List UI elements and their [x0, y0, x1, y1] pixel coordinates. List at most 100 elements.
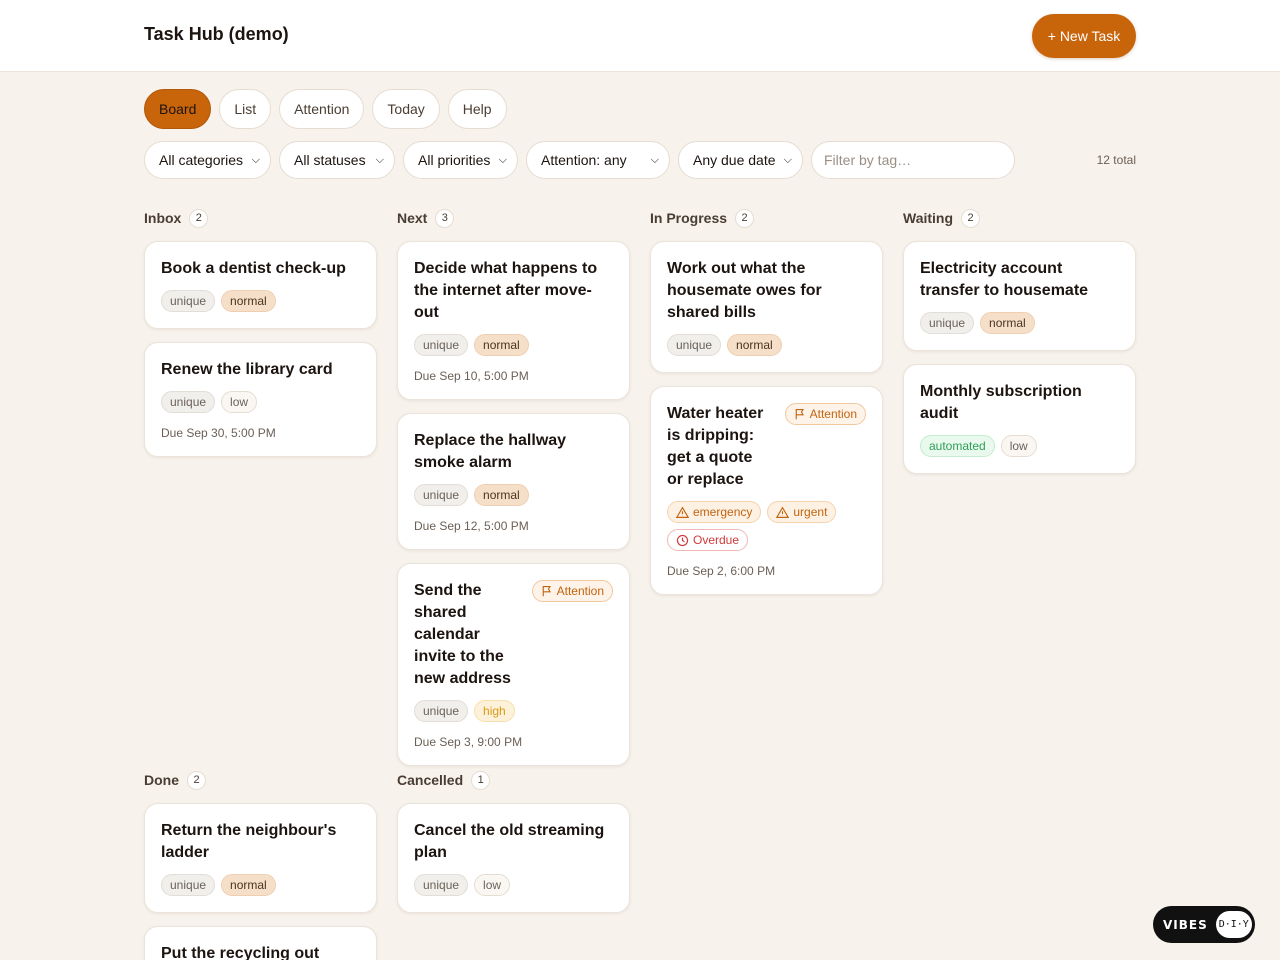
task-title: Return the neighbour's ladder	[161, 822, 337, 861]
emergency-label: emergency	[693, 505, 753, 519]
task-tags: unique normal	[161, 874, 360, 896]
task-title: Book a dentist check-up	[161, 260, 346, 277]
view-tabs: Board List Attention Today Help	[144, 89, 507, 129]
tab-attention[interactable]: Attention	[279, 89, 365, 129]
column-header: In Progress 2	[650, 208, 883, 228]
task-card[interactable]: Return the neighbour's ladder unique nor…	[144, 803, 377, 913]
attention-select[interactable]: Attention: any ⌵	[526, 141, 670, 179]
priority-chip: high	[474, 700, 515, 722]
column-header: Next 3	[397, 208, 630, 228]
status-select[interactable]: All statuses ⌵	[279, 141, 395, 179]
due-date-select[interactable]: Any due date ⌵	[678, 141, 803, 179]
tag-chip: unique	[667, 334, 722, 356]
priority-select-value: All priorities	[418, 152, 491, 168]
diy-logo-text: D·I·Y	[1215, 911, 1252, 938]
new-task-button[interactable]: + New Task	[1032, 14, 1136, 58]
tab-today[interactable]: Today	[372, 89, 440, 129]
priority-chip: normal	[221, 290, 276, 312]
tag-filter-input[interactable]	[811, 141, 1015, 179]
task-card[interactable]: Work out what the housemate owes for sha…	[650, 241, 883, 373]
chevron-down-icon: ⌵	[650, 153, 659, 166]
column-inbox: Inbox 2 Book a dentist check-up unique n…	[144, 208, 377, 470]
task-card[interactable]: Put the recycling out	[144, 926, 377, 960]
column-title: Done	[144, 772, 179, 788]
tag-chip: unique	[414, 334, 469, 356]
task-card[interactable]: Water heater is dripping: get a quote or…	[650, 386, 883, 595]
priority-chip: low	[474, 874, 511, 896]
task-tags: unique normal	[161, 290, 360, 312]
task-card[interactable]: Send the shared calendar invite to the n…	[397, 563, 630, 766]
tag-chip: unique	[414, 874, 469, 896]
due-date: Due Sep 30, 5:00 PM	[161, 426, 276, 440]
task-tags: unique normal	[667, 334, 866, 356]
task-tags: unique normal	[414, 334, 613, 356]
due-date-select-value: Any due date	[693, 152, 776, 168]
column-header: Waiting 2	[903, 208, 1136, 228]
task-card[interactable]: Cancel the old streaming plan unique low	[397, 803, 630, 913]
task-title: Water heater is dripping: get a quote or…	[667, 405, 764, 488]
task-card[interactable]: Monthly subscription audit automated low	[903, 364, 1136, 474]
attention-badge[interactable]: Attention	[784, 403, 866, 425]
urgent-chip: urgent	[767, 501, 837, 523]
task-tags: unique low	[161, 391, 360, 413]
priority-chip: normal	[980, 312, 1035, 334]
task-tags: unique normal	[414, 484, 613, 506]
chevron-down-icon: ⌵	[251, 153, 260, 166]
tag-chip: automated	[920, 435, 995, 457]
status-select-value: All statuses	[294, 152, 366, 168]
task-card[interactable]: Book a dentist check-up unique normal	[144, 241, 377, 329]
column-next: Next 3 Decide what happens to the intern…	[397, 208, 630, 779]
tab-board[interactable]: Board	[144, 89, 212, 129]
task-title: Work out what the housemate owes for sha…	[667, 260, 822, 321]
priority-chip: normal	[474, 484, 529, 506]
tag-chip: unique	[920, 312, 975, 334]
task-tags: emergency urgent Overdue	[667, 501, 866, 551]
urgent-label: urgent	[793, 505, 828, 519]
column-done: Done 2 Return the neighbour's ladder uni…	[144, 770, 377, 960]
emergency-chip: emergency	[667, 501, 762, 523]
tab-help[interactable]: Help	[447, 89, 507, 129]
task-title: Send the shared calendar invite to the n…	[414, 582, 511, 687]
task-card[interactable]: Electricity account transfer to housemat…	[903, 241, 1136, 351]
column-count: 3	[435, 208, 455, 228]
priority-chip: low	[1000, 435, 1037, 457]
top-bar: Task Hub (demo) + New Task	[0, 0, 1280, 72]
column-in-progress: In Progress 2 Work out what the housemat…	[650, 208, 883, 608]
priority-select[interactable]: All priorities ⌵	[403, 141, 518, 179]
due-date: Due Sep 3, 9:00 PM	[414, 735, 523, 749]
flag-icon	[542, 585, 551, 597]
column-header: Done 2	[144, 770, 377, 790]
task-card[interactable]: Renew the library card unique low Due Se…	[144, 342, 377, 457]
chevron-down-icon: ⌵	[783, 153, 792, 166]
task-title: Electricity account transfer to housemat…	[920, 260, 1089, 299]
task-title: Renew the library card	[161, 361, 333, 378]
chevron-down-icon: ⌵	[498, 153, 507, 166]
task-title: Decide what happens to the internet afte…	[414, 260, 598, 321]
column-waiting: Waiting 2 Electricity account transfer t…	[903, 208, 1136, 487]
category-select-value: All categories	[159, 152, 244, 168]
due-date: Due Sep 12, 5:00 PM	[414, 519, 529, 533]
filter-bar: All categories ⌵ All statuses ⌵ All prio…	[144, 141, 1015, 179]
total-count: 12 total	[1096, 153, 1136, 167]
attention-label: Attention	[556, 584, 604, 598]
category-select[interactable]: All categories ⌵	[144, 141, 271, 179]
column-title: Inbox	[144, 210, 182, 226]
column-count: 2	[961, 208, 981, 228]
vibes-diy-badge[interactable]: VIBES D·I·Y	[1153, 906, 1255, 943]
task-card[interactable]: Replace the hallway smoke alarm unique n…	[397, 413, 630, 550]
warning-icon	[676, 505, 689, 518]
app-title: Task Hub (demo)	[144, 24, 289, 44]
tag-chip: unique	[161, 391, 216, 413]
column-count: 2	[187, 770, 206, 790]
priority-chip: normal	[474, 334, 529, 356]
tag-chip: unique	[414, 700, 469, 722]
task-card[interactable]: Decide what happens to the internet afte…	[397, 241, 630, 400]
flag-icon	[795, 408, 804, 420]
task-tags: automated low	[920, 435, 1119, 457]
warning-icon	[776, 505, 790, 518]
column-cancelled: Cancelled 1 Cancel the old streaming pla…	[397, 770, 630, 926]
attention-badge[interactable]: Attention	[531, 580, 613, 602]
column-title: In Progress	[650, 210, 728, 226]
tag-chip: unique	[161, 290, 216, 312]
tab-list[interactable]: List	[219, 89, 272, 129]
